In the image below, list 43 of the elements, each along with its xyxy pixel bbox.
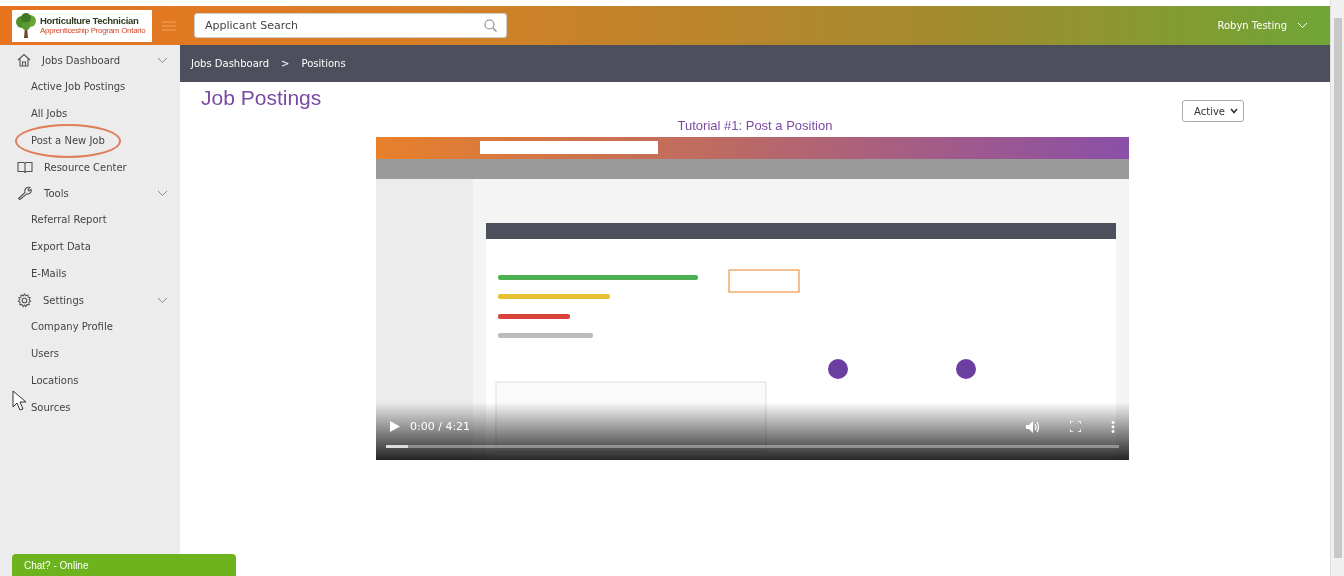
book-icon — [17, 160, 33, 174]
settings-icon — [17, 292, 32, 308]
video-progress-bar[interactable] — [386, 445, 1119, 448]
sidebar-section[interactable]: Jobs Dashboard — [42, 54, 146, 66]
logo[interactable]: Horticulture Technician Apprenticeship Program Ontario — [12, 9, 152, 42]
scrollbar[interactable] — [1330, 0, 1344, 576]
mouse-pointer-icon — [12, 390, 28, 412]
search-icon — [484, 19, 497, 32]
sidebar-item[interactable]: All Jobs — [31, 108, 68, 119]
logo-title: Horticulture Technician — [40, 15, 140, 26]
sidebar-item[interactable]: Referral Report — [31, 214, 107, 225]
volume-icon[interactable] — [1026, 420, 1040, 433]
breadcrumb-item[interactable]: Jobs Dashboard — [191, 58, 270, 69]
sidebar-item[interactable]: Users — [31, 348, 59, 359]
sidebar-item[interactable]: Sources — [31, 402, 71, 413]
fullscreen-icon[interactable] — [1070, 421, 1081, 432]
breadcrumb-item[interactable]: Positions — [301, 58, 346, 69]
tree-icon — [15, 12, 37, 39]
chevron-down-icon — [157, 56, 168, 64]
sidebar-item[interactable]: Active Job Postings — [31, 81, 126, 92]
caret-icon — [1230, 108, 1238, 114]
page-title: Job Postings — [201, 86, 323, 110]
breadcrumb-separator: > — [281, 58, 290, 69]
video-title: Tutorial #1: Post a Position — [677, 118, 833, 133]
chevron-down-icon[interactable] — [1297, 22, 1308, 29]
search-field[interactable]: Applicant Search — [194, 13, 507, 38]
sidebar-section[interactable]: Resource Center — [44, 161, 168, 173]
chevron-down-icon — [157, 296, 168, 304]
sidebar-item[interactable]: Company Profile — [31, 321, 113, 332]
sidebar-item[interactable]: Locations — [31, 375, 79, 386]
status-dropdown[interactable]: Active — [1182, 100, 1244, 122]
sidebar-item[interactable]: Post a New Job — [31, 135, 105, 146]
play-icon[interactable] — [390, 421, 400, 432]
sidebar-item[interactable]: E-Mails — [31, 268, 67, 279]
video-time: 0:00 / 4:21 — [410, 420, 472, 433]
sidebar-item[interactable]: Export Data — [31, 241, 91, 252]
more-options-icon[interactable] — [1111, 420, 1115, 433]
wrench-icon — [17, 186, 33, 200]
sidebar-section[interactable]: Tools — [44, 187, 146, 199]
sidebar-section[interactable]: Settings — [43, 294, 146, 306]
chevron-down-icon — [157, 189, 168, 197]
home-icon — [17, 53, 31, 67]
logo-subtitle: Apprenticeship Program Ontario — [40, 27, 146, 36]
